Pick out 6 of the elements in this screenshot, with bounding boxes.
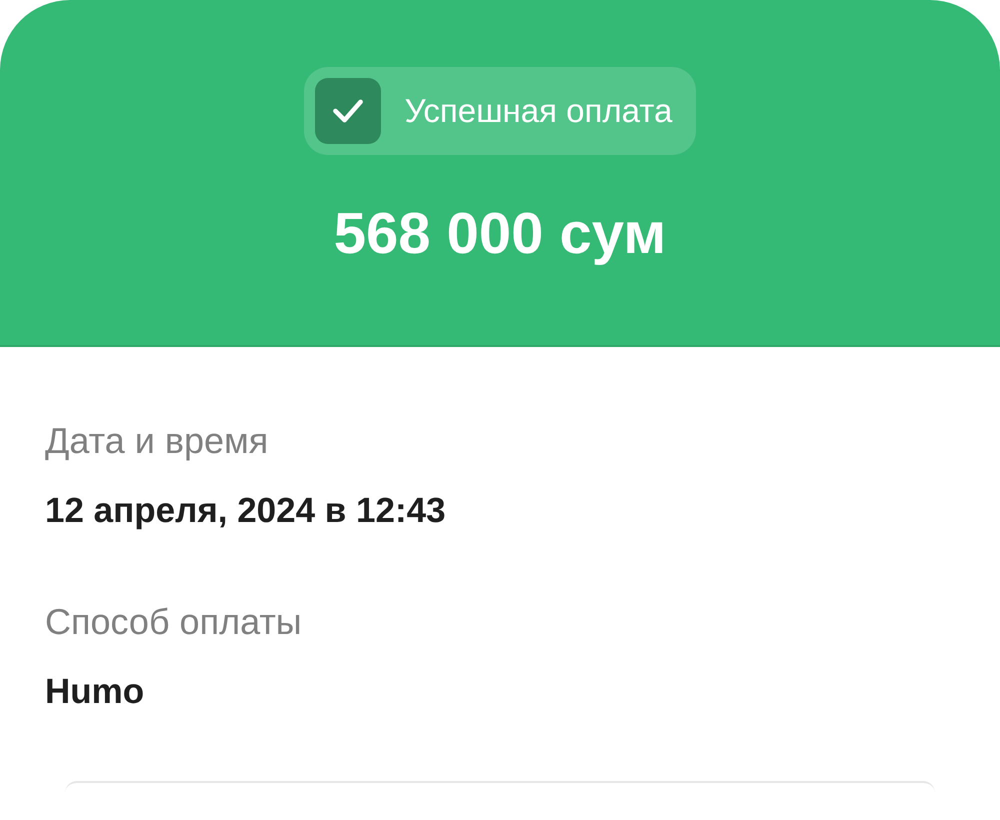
payment-amount: 568 000 сум bbox=[334, 200, 666, 268]
status-label: Успешная оплата bbox=[404, 91, 672, 132]
detail-label: Дата и время bbox=[45, 419, 270, 462]
detail-label: Способ оплаты bbox=[45, 600, 303, 644]
detail-value: Humo bbox=[45, 671, 146, 714]
detail-value: 12 апреля, 2024 в 12:43 bbox=[45, 490, 447, 532]
